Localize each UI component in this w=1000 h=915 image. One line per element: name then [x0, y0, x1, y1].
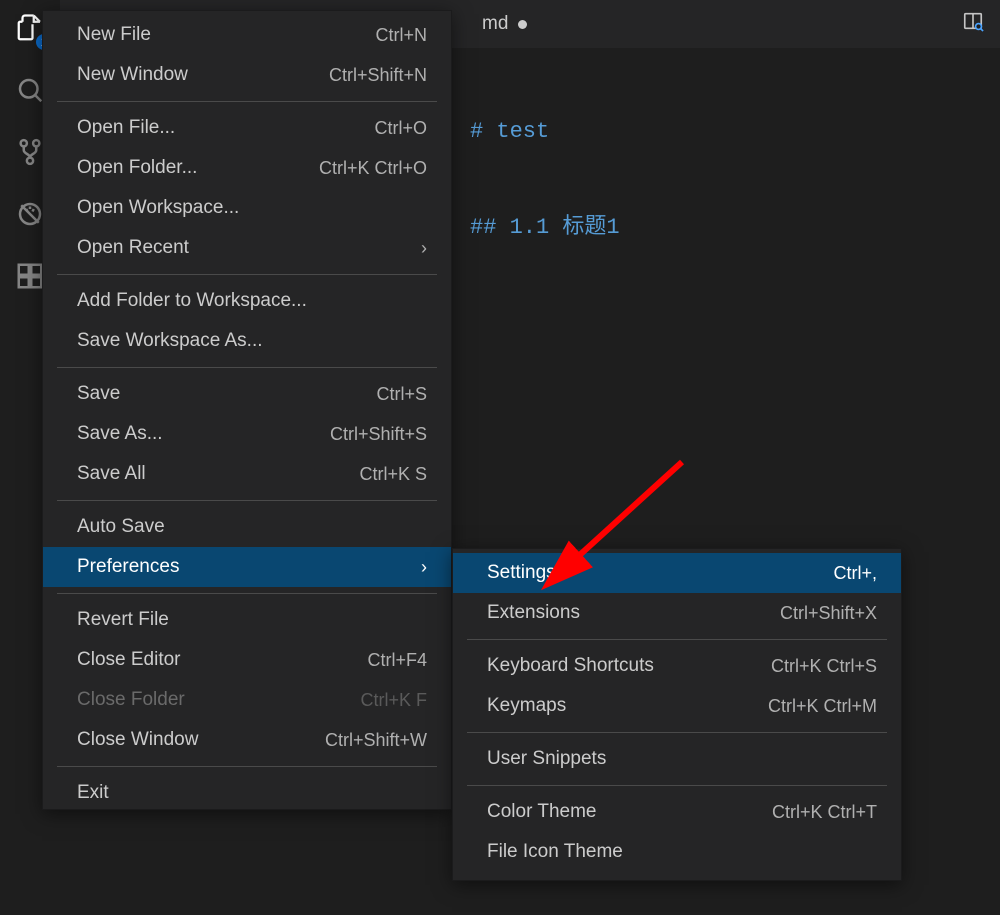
menu-item-label: Add Folder to Workspace... — [77, 290, 307, 312]
menu-item-label: Close Editor — [77, 649, 181, 671]
editor-tab-name: md — [482, 13, 508, 35]
menu-item-shortcut: Ctrl+K S — [359, 464, 427, 485]
preferences-menu-item-file-icon-theme[interactable]: File Icon Theme — [453, 832, 901, 872]
menu-item-shortcut: Ctrl+Shift+X — [780, 603, 877, 624]
menu-item-label: Open Workspace... — [77, 197, 239, 219]
preferences-menu-item-color-theme[interactable]: Color Theme Ctrl+K Ctrl+T — [453, 792, 901, 832]
file-menu-item-close-editor[interactable]: Close Editor Ctrl+F4 — [43, 640, 451, 680]
layout-icon[interactable] — [962, 10, 984, 38]
menu-item-label: Open Folder... — [77, 157, 197, 179]
file-menu-item-new-window[interactable]: New Window Ctrl+Shift+N — [43, 55, 451, 95]
menu-item-label: Color Theme — [487, 801, 596, 823]
file-menu-item-exit[interactable]: Exit — [43, 773, 451, 813]
preferences-menu-item-settings[interactable]: Settings Ctrl+, — [453, 553, 901, 593]
menu-item-label: Extensions — [487, 602, 580, 624]
menu-separator — [57, 274, 437, 275]
menu-item-shortcut: Ctrl+O — [374, 118, 427, 139]
file-menu-item-close-folder: Close Folder Ctrl+K F — [43, 680, 451, 720]
menu-item-shortcut: Ctrl+F4 — [367, 650, 427, 671]
menu-item-label: Save — [77, 383, 120, 405]
menu-item-shortcut: Ctrl+N — [375, 25, 427, 46]
menu-item-label: Save Workspace As... — [77, 330, 263, 352]
file-menu-item-new-file[interactable]: New File Ctrl+N — [43, 15, 451, 55]
preferences-menu-item-keyboard-shortcuts[interactable]: Keyboard Shortcuts Ctrl+K Ctrl+S — [453, 646, 901, 686]
file-menu-item-save-workspace-as[interactable]: Save Workspace As... — [43, 321, 451, 361]
file-menu-item-auto-save[interactable]: Auto Save — [43, 507, 451, 547]
file-menu-item-open-recent[interactable]: Open Recent › — [43, 228, 451, 268]
menu-item-shortcut: Ctrl+, — [833, 563, 877, 584]
menu-item-label: Revert File — [77, 609, 169, 631]
preferences-menu-item-extensions[interactable]: Extensions Ctrl+Shift+X — [453, 593, 901, 633]
menu-item-shortcut: Ctrl+Shift+W — [325, 730, 427, 751]
menu-item-label: Exit — [77, 782, 109, 804]
menu-separator — [57, 367, 437, 368]
editor-line: # test — [470, 116, 990, 148]
menu-item-label: User Snippets — [487, 748, 606, 770]
menu-item-label: Open File... — [77, 117, 175, 139]
menu-separator — [57, 500, 437, 501]
menu-item-shortcut: Ctrl+K Ctrl+T — [772, 802, 877, 823]
file-menu-item-open-folder[interactable]: Open Folder... Ctrl+K Ctrl+O — [43, 148, 451, 188]
menu-item-shortcut: Ctrl+S — [376, 384, 427, 405]
menu-item-label: Close Folder — [77, 689, 185, 711]
menu-item-label: Save All — [77, 463, 146, 485]
preferences-menu-item-keymaps[interactable]: Keymaps Ctrl+K Ctrl+M — [453, 686, 901, 726]
menu-separator — [57, 593, 437, 594]
menu-item-shortcut: Ctrl+K Ctrl+M — [768, 696, 877, 717]
menu-item-label: Keyboard Shortcuts — [487, 655, 654, 677]
menu-item-shortcut: Ctrl+K F — [360, 690, 427, 711]
editor-line: ## 1.1 标题1 — [470, 212, 990, 244]
file-menu-item-revert-file[interactable]: Revert File — [43, 600, 451, 640]
preferences-menu-item-user-snippets[interactable]: User Snippets — [453, 739, 901, 779]
menu-item-label: Save As... — [77, 423, 163, 445]
menu-item-label: File Icon Theme — [487, 841, 623, 863]
editor-tab[interactable]: md — [460, 0, 549, 48]
menu-item-shortcut: Ctrl+Shift+N — [329, 65, 427, 86]
menu-separator — [57, 101, 437, 102]
menu-item-label: Preferences — [77, 556, 179, 578]
menu-separator — [57, 766, 437, 767]
menu-item-label: Close Window — [77, 729, 198, 751]
preferences-submenu: Settings Ctrl+, Extensions Ctrl+Shift+X Keyb… — [452, 548, 902, 881]
file-menu: New File Ctrl+N New Window Ctrl+Shift+N Open… — [42, 10, 452, 810]
file-menu-item-save-as[interactable]: Save As... Ctrl+Shift+S — [43, 414, 451, 454]
menu-item-label: Auto Save — [77, 516, 165, 538]
menu-separator — [467, 639, 887, 640]
file-menu-item-save-all[interactable]: Save All Ctrl+K S — [43, 454, 451, 494]
menu-item-shortcut: Ctrl+K Ctrl+O — [319, 158, 427, 179]
chevron-right-icon: › — [421, 238, 427, 259]
menu-item-label: Keymaps — [487, 695, 566, 717]
menu-separator — [467, 732, 887, 733]
menu-item-label: New File — [77, 24, 151, 46]
menu-item-label: Open Recent — [77, 237, 189, 259]
editor-area[interactable]: # test ## 1.1 标题1 — [470, 52, 990, 276]
file-menu-item-open-file[interactable]: Open File... Ctrl+O — [43, 108, 451, 148]
modified-indicator-icon — [518, 20, 527, 29]
chevron-right-icon: › — [421, 557, 427, 578]
file-menu-item-preferences[interactable]: Preferences › — [43, 547, 451, 587]
file-menu-item-add-folder-to-workspace[interactable]: Add Folder to Workspace... — [43, 281, 451, 321]
menu-item-label: New Window — [77, 64, 188, 86]
menu-item-shortcut: Ctrl+Shift+S — [330, 424, 427, 445]
file-menu-item-open-workspace[interactable]: Open Workspace... — [43, 188, 451, 228]
menu-separator — [467, 785, 887, 786]
menu-item-label: Settings — [487, 562, 556, 584]
file-menu-item-close-window[interactable]: Close Window Ctrl+Shift+W — [43, 720, 451, 760]
file-menu-item-save[interactable]: Save Ctrl+S — [43, 374, 451, 414]
menu-item-shortcut: Ctrl+K Ctrl+S — [771, 656, 877, 677]
